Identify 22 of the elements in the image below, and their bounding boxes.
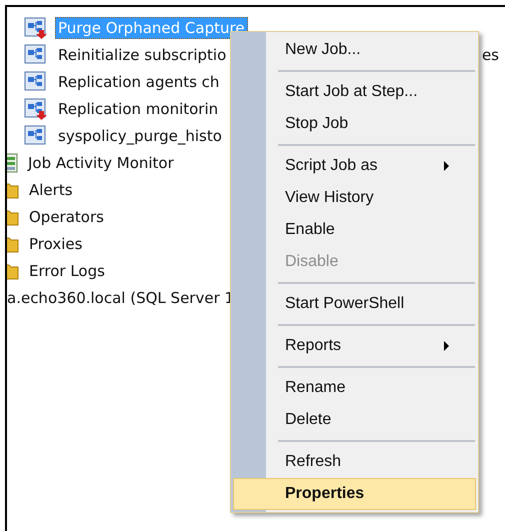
menu-item[interactable]: Stop Job (233, 108, 476, 140)
tree-node[interactable]: Alerts (26, 178, 76, 200)
menu-item[interactable]: Delete (233, 404, 476, 436)
menu-item[interactable]: Script Job as (233, 150, 476, 182)
job-item-text: es (482, 46, 499, 64)
menu-item[interactable]: Rename (233, 372, 476, 404)
tree-node[interactable]: Operators (26, 206, 107, 228)
menu-item[interactable]: Start PowerShell (233, 288, 476, 320)
menu-item[interactable]: Refresh (233, 446, 476, 478)
menu-item[interactable]: Properties (233, 478, 476, 510)
menu-item[interactable]: Enable (233, 214, 476, 246)
tree-node[interactable]: Job Activity Monitor (25, 152, 177, 174)
menu-item[interactable]: Start Job at Step... (233, 76, 476, 108)
tree-node[interactable]: Proxies (26, 232, 86, 254)
menu-item[interactable]: View History (233, 182, 476, 214)
menu-item[interactable]: Reports (233, 330, 476, 362)
submenu-arrow-icon (444, 341, 449, 351)
submenu-arrow-icon (444, 161, 449, 171)
tree-node[interactable]: Error Logs (26, 260, 108, 282)
job-item[interactable]: Replication agents ch (55, 70, 222, 92)
job-item[interactable]: syspolicy_purge_histo (55, 124, 225, 146)
job-item[interactable]: Reinitialize subscriptio (55, 44, 230, 66)
